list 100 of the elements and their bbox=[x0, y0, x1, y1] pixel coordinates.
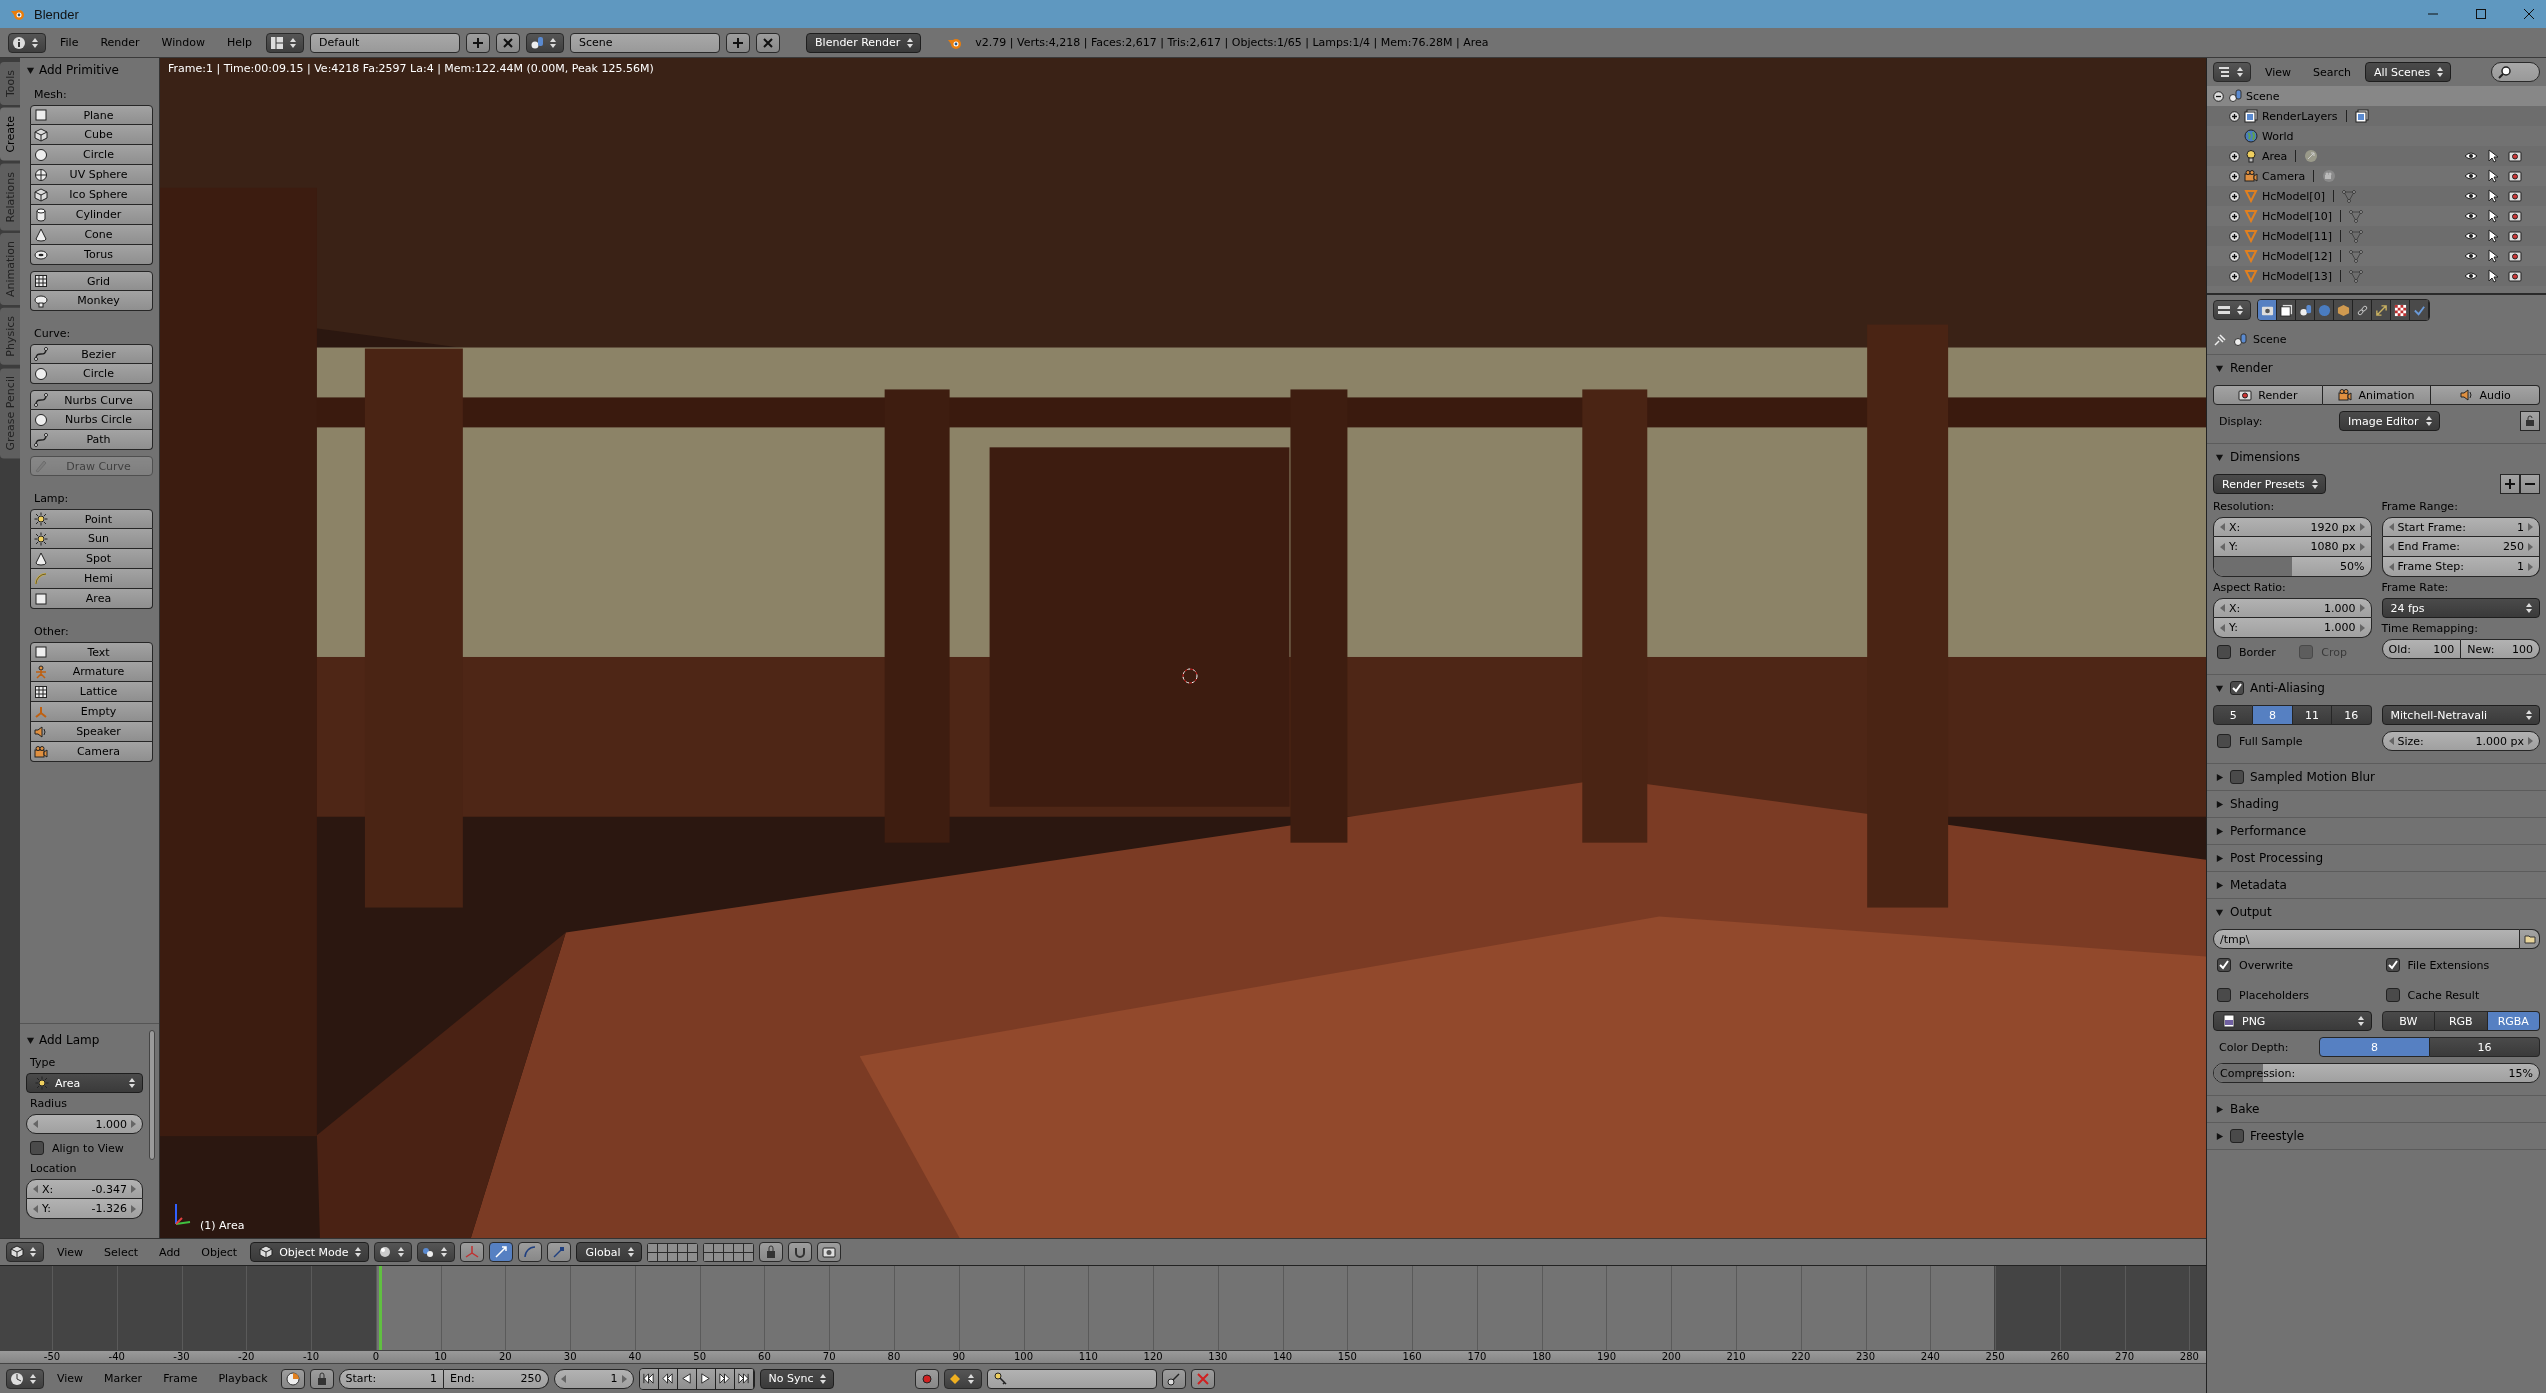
menu-item[interactable]: Marker bbox=[96, 1370, 151, 1387]
start-frame-field[interactable]: Start: 1 bbox=[338, 1368, 444, 1389]
tool-button[interactable]: Speaker bbox=[30, 722, 153, 742]
color-mode-button[interactable]: RGB bbox=[2435, 1011, 2488, 1031]
render-action-button[interactable]: Render bbox=[2213, 385, 2323, 405]
scene-field[interactable]: Scene bbox=[570, 32, 721, 53]
panel-title: Freestyle bbox=[2250, 1129, 2305, 1143]
tool-button[interactable]: Cube bbox=[30, 125, 153, 145]
sync-dropdown[interactable]: No Sync bbox=[759, 1368, 835, 1389]
tool-button[interactable]: Grid bbox=[30, 271, 153, 291]
render-action-button[interactable]: Audio bbox=[2431, 385, 2540, 405]
location-field[interactable]: Y: -1.326 bbox=[26, 1199, 143, 1219]
menu-item[interactable]: Object bbox=[193, 1243, 246, 1261]
tool-button[interactable]: Hemi bbox=[30, 569, 153, 589]
filter-dropdown[interactable]: All Scenes bbox=[2364, 62, 2452, 82]
frame-number: 100 bbox=[1014, 1351, 1034, 1362]
display-dropdown[interactable]: Image Editor bbox=[2339, 411, 2440, 431]
radius-field[interactable]: 1.000 bbox=[26, 1114, 143, 1134]
layout-field[interactable]: Default bbox=[310, 32, 461, 53]
size-field[interactable]: Size: 1.000 px bbox=[2381, 731, 2540, 751]
outliner-row[interactable]: Area bbox=[2207, 146, 2546, 166]
frame-number: 80 bbox=[887, 1351, 901, 1362]
render-action-button[interactable]: Animation bbox=[2322, 385, 2432, 405]
filter-dropdown[interactable]: Mitchell-Netravali bbox=[2381, 705, 2540, 725]
menu-item[interactable]: View bbox=[2257, 63, 2300, 81]
panel-title: Add Lamp bbox=[39, 1033, 100, 1047]
frame-number: 270 bbox=[2115, 1351, 2135, 1362]
tool-button[interactable]: Empty bbox=[30, 702, 153, 722]
format-dropdown[interactable]: PNG bbox=[2213, 1011, 2372, 1031]
color-depth-button[interactable]: 8 bbox=[2319, 1037, 2430, 1057]
sample-button[interactable]: 5 bbox=[2213, 705, 2254, 725]
slider[interactable]: Compression: 15% bbox=[2213, 1063, 2540, 1083]
tool-button[interactable]: Circle bbox=[30, 145, 153, 165]
tool-button[interactable]: Spot bbox=[30, 549, 153, 569]
tool-button[interactable]: Camera bbox=[30, 742, 153, 762]
tool-button[interactable]: Lattice bbox=[30, 682, 153, 702]
remap-field[interactable]: New: 100 bbox=[2461, 639, 2540, 659]
tool-button[interactable]: Bezier bbox=[30, 344, 153, 364]
sample-button[interactable]: 11 bbox=[2292, 705, 2333, 725]
tool-button[interactable]: Point bbox=[30, 509, 153, 529]
render-engine-dropdown[interactable]: Blender Render bbox=[806, 32, 922, 53]
menu-item[interactable]: View bbox=[49, 1370, 92, 1387]
menu-item[interactable]: Frame bbox=[155, 1370, 206, 1387]
color-mode-button[interactable]: BW bbox=[2381, 1011, 2435, 1031]
tool-button[interactable]: Sun bbox=[30, 529, 153, 549]
field-label: Frame Rate: bbox=[2381, 581, 2450, 594]
menu-item[interactable]: View bbox=[49, 1243, 92, 1261]
panel-title: Post Processing bbox=[2230, 851, 2323, 865]
tool-button[interactable]: Nurbs Curve bbox=[30, 390, 153, 410]
aspect-field[interactable]: X: 1.000 bbox=[2213, 598, 2372, 618]
orientation-dropdown[interactable]: Global bbox=[576, 1242, 642, 1262]
field-label: Frame Range: bbox=[2381, 500, 2459, 513]
type-dropdown[interactable]: Area bbox=[26, 1073, 143, 1093]
outliner-row[interactable]: RenderLayers bbox=[2207, 106, 2546, 126]
menu-item[interactable]: Search bbox=[2305, 63, 2359, 81]
tool-button[interactable]: Armature bbox=[30, 662, 153, 682]
color-depth-button[interactable]: 16 bbox=[2430, 1037, 2540, 1057]
tool-button[interactable]: Cone bbox=[30, 225, 153, 245]
tool-button[interactable]: Text bbox=[30, 642, 153, 662]
aspect-field[interactable]: Y: 1.000 bbox=[2213, 618, 2372, 638]
slider[interactable]: 50% bbox=[2213, 557, 2372, 577]
current-frame-field[interactable]: 1 bbox=[553, 1368, 634, 1389]
outliner-row[interactable]: HcModel[0] bbox=[2207, 186, 2546, 206]
tool-button[interactable]: Cylinder bbox=[30, 205, 153, 225]
mode-dropdown[interactable]: Object Mode bbox=[250, 1242, 370, 1262]
tool-button[interactable]: Path bbox=[30, 430, 153, 450]
outliner-row[interactable]: HcModel[11] bbox=[2207, 226, 2546, 246]
frame-number: -50 bbox=[43, 1351, 61, 1362]
tool-button[interactable]: Area bbox=[30, 589, 153, 609]
resolution-field[interactable]: X: 1920 px bbox=[2213, 517, 2372, 537]
menu-item[interactable]: Add bbox=[151, 1243, 189, 1261]
menu-item[interactable]: File bbox=[52, 34, 87, 51]
sample-button[interactable]: 16 bbox=[2332, 705, 2372, 725]
menu-item[interactable]: Playback bbox=[210, 1370, 276, 1387]
tool-button[interactable]: UV Sphere bbox=[30, 165, 153, 185]
menu-item[interactable]: Window bbox=[153, 34, 213, 51]
location-field[interactable]: X: -0.347 bbox=[26, 1179, 143, 1199]
remap-field[interactable]: Old: 100 bbox=[2381, 639, 2462, 659]
tool-button[interactable]: Nurbs Circle bbox=[30, 410, 153, 430]
tool-button[interactable]: Plane bbox=[30, 105, 153, 125]
menu-item[interactable]: Render bbox=[92, 34, 148, 51]
tool-tab[interactable]: Create bbox=[0, 108, 20, 161]
color-mode-button[interactable]: RGBA bbox=[2487, 1011, 2540, 1031]
frame-field[interactable]: End Frame: 250 bbox=[2381, 537, 2540, 557]
tool-button[interactable]: Monkey bbox=[30, 291, 153, 311]
menu-item[interactable]: Select bbox=[96, 1243, 147, 1261]
end-frame-field[interactable]: End: 250 bbox=[444, 1368, 549, 1389]
frame-field[interactable]: Start Frame: 1 bbox=[2381, 517, 2540, 537]
sample-button[interactable]: 8 bbox=[2253, 705, 2293, 725]
resolution-field[interactable]: Y: 1080 px bbox=[2213, 537, 2372, 557]
tool-button[interactable]: Ico Sphere bbox=[30, 185, 153, 205]
frame-rate-dropdown[interactable]: 24 fps bbox=[2381, 598, 2540, 618]
outliner-row[interactable]: HcModel[13] bbox=[2207, 266, 2546, 286]
tool-button[interactable]: Circle bbox=[30, 364, 153, 384]
outliner-row[interactable]: Scene bbox=[2207, 86, 2546, 106]
frame-field[interactable]: Frame Step: 1 bbox=[2381, 557, 2540, 577]
tool-button[interactable]: Torus bbox=[30, 245, 153, 265]
menu-item[interactable]: Help bbox=[218, 34, 261, 51]
presets-dropdown[interactable]: Render Presets bbox=[2213, 474, 2326, 494]
output-path-field[interactable]: /tmp\ bbox=[2213, 929, 2520, 949]
